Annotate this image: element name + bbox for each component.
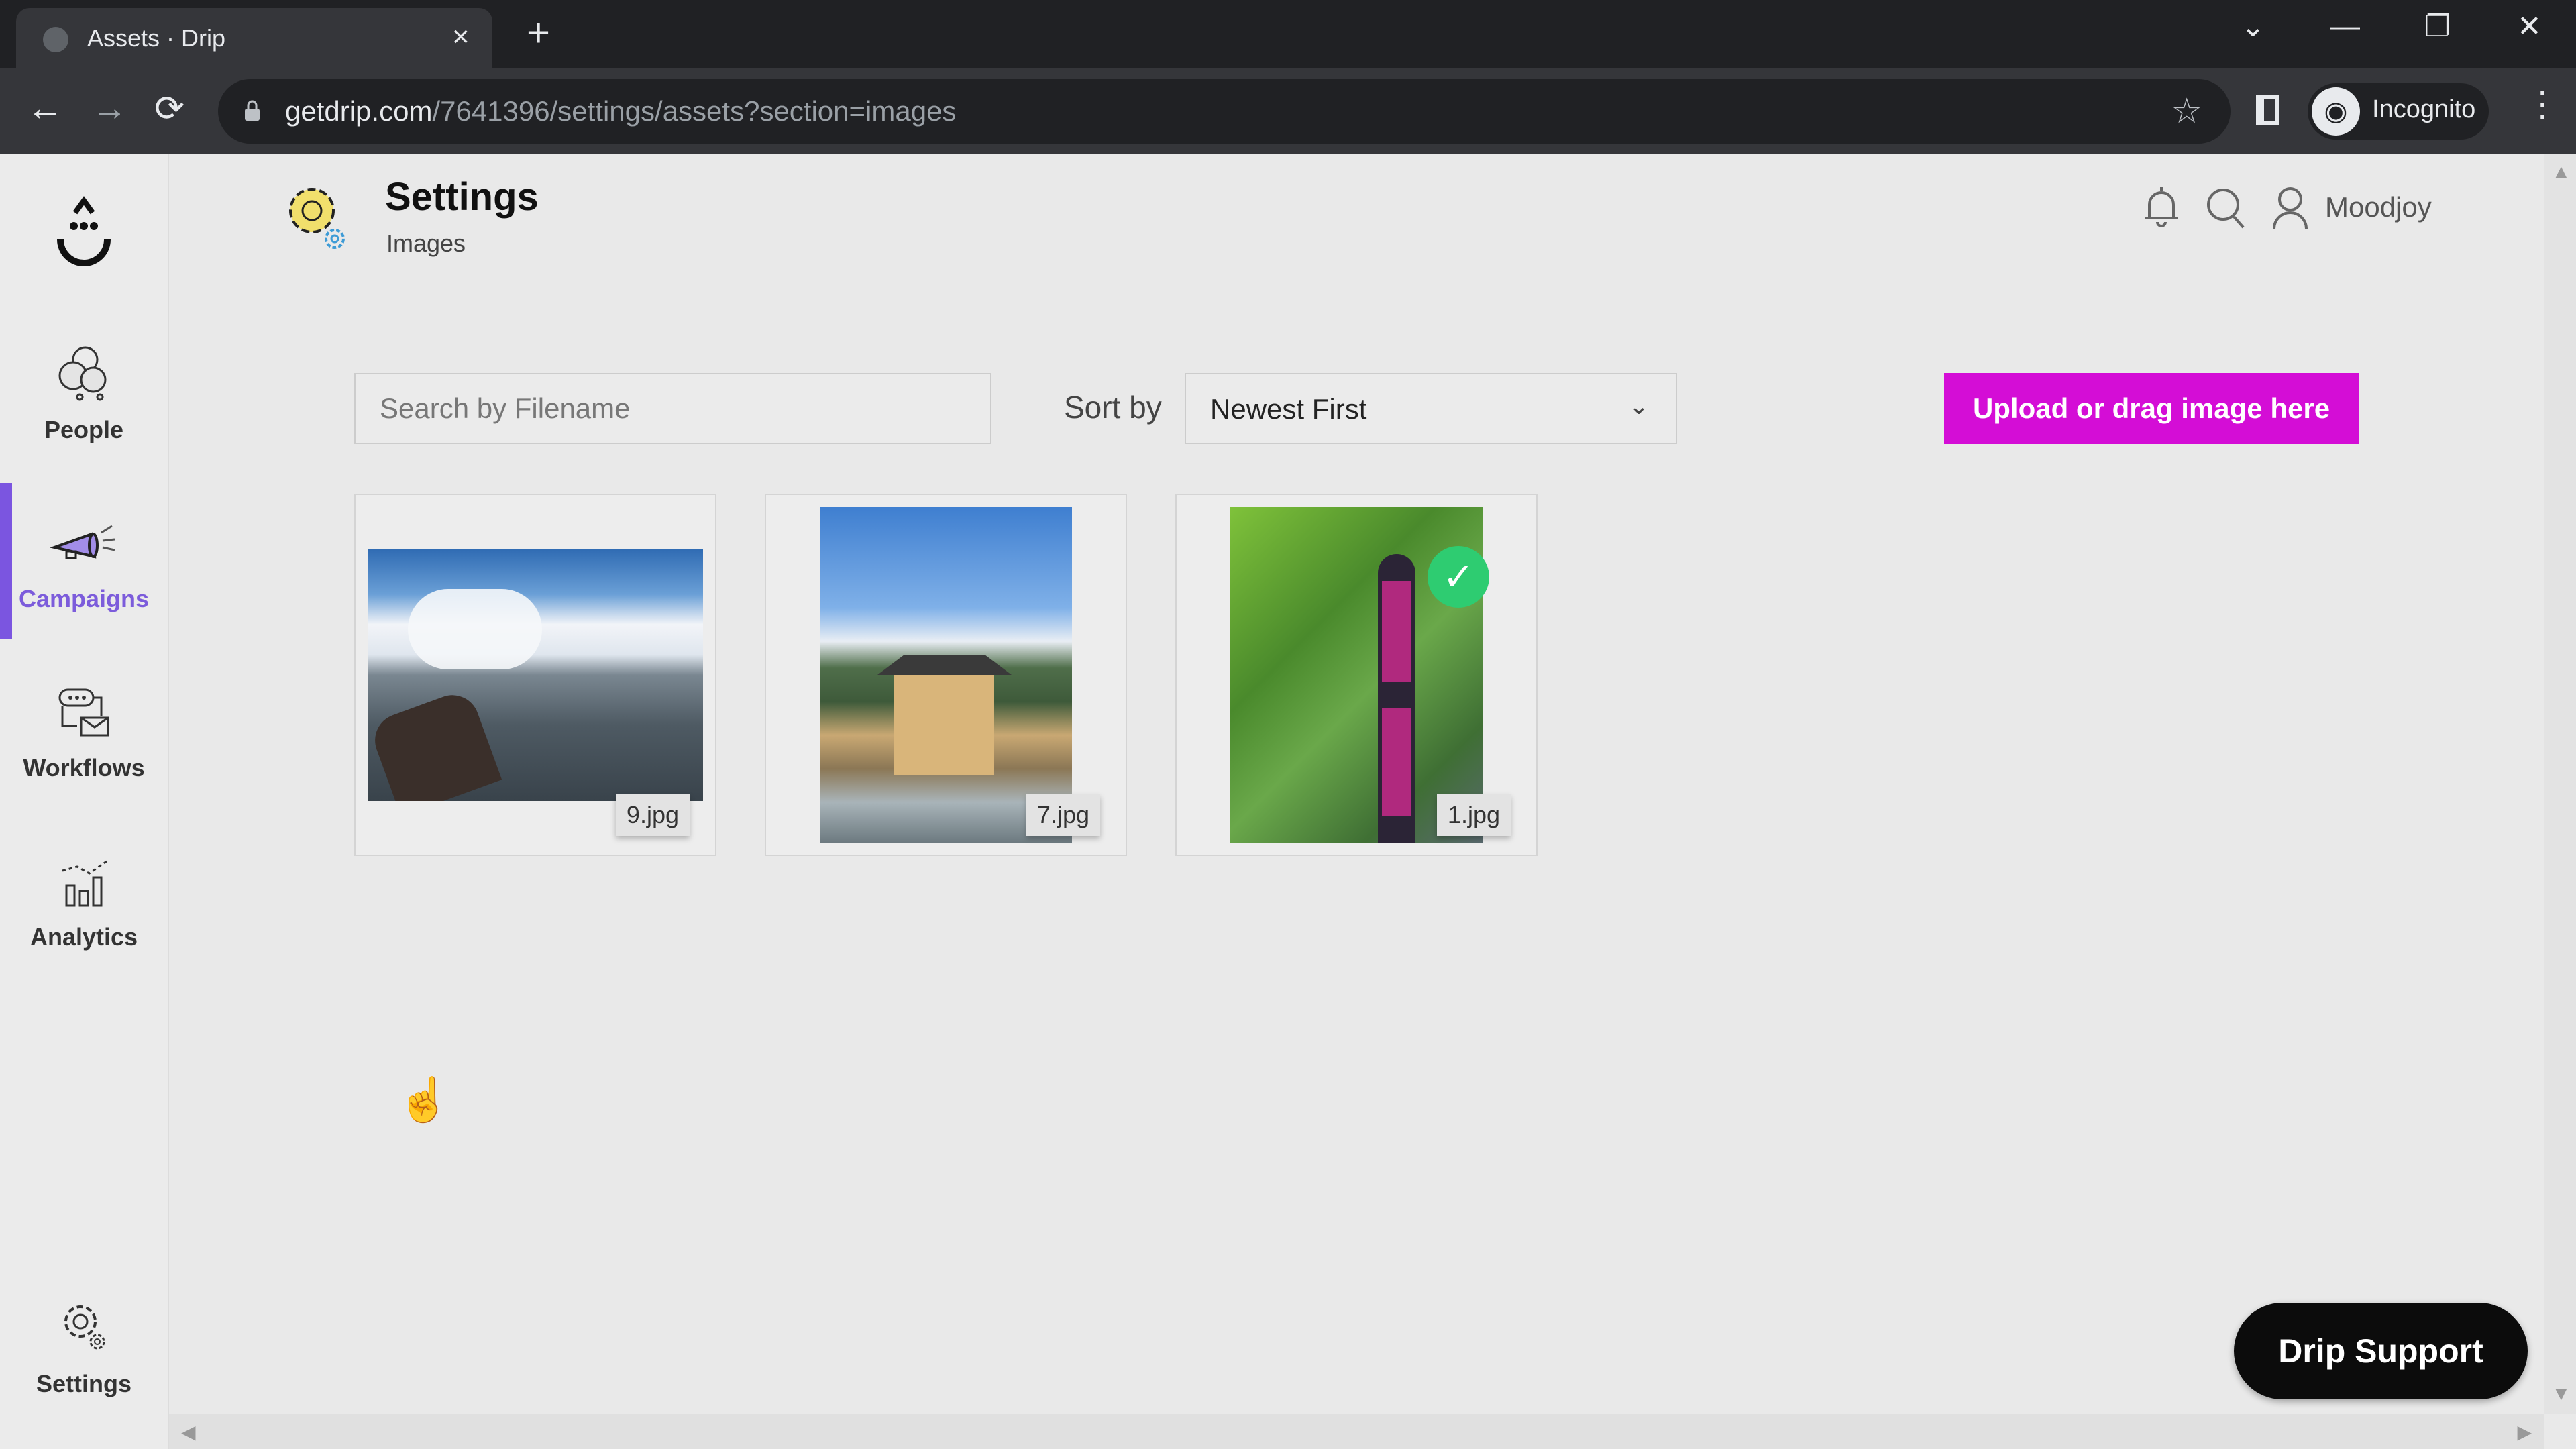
page-subtitle: Images (386, 229, 466, 257)
image-card[interactable]: 9.jpg (354, 494, 716, 856)
sidebar: People Campaigns Workflows Analytics Set… (0, 154, 169, 1449)
bell-icon[interactable] (2143, 184, 2180, 231)
url-text[interactable]: getdrip.com/7641396/settings/assets?sect… (285, 95, 956, 127)
side-panel-icon[interactable] (2256, 95, 2279, 125)
megaphone-icon (50, 525, 115, 559)
sidebar-label: Settings (36, 1370, 131, 1397)
vertical-scrollbar[interactable]: ▲ ▼ (2544, 154, 2576, 1414)
incognito-icon: ◉ (2312, 87, 2360, 136)
tab-search-icon[interactable]: ⌄ (2241, 9, 2265, 44)
image-thumbnail (368, 549, 703, 801)
sidebar-item-people[interactable]: People (0, 341, 168, 475)
browser-tab-bar: Assets · Drip × + ⌄ — ❐ ✕ (0, 0, 2576, 68)
scroll-up-arrow[interactable]: ▲ (2552, 161, 2571, 182)
upload-image-button[interactable]: Upload or drag image here (1944, 373, 2359, 444)
workflow-icon (58, 688, 109, 737)
drip-support-button[interactable]: Drip Support (2234, 1303, 2528, 1399)
horizontal-scrollbar[interactable]: ◀ ▶ (169, 1414, 2544, 1449)
url-host: getdrip.com (285, 95, 433, 127)
incognito-profile-button[interactable]: ◉ Incognito (2308, 83, 2489, 140)
sidebar-label: People (44, 416, 124, 443)
user-icon[interactable] (2270, 184, 2310, 231)
tab-title: Assets · Drip (87, 24, 226, 52)
chevron-down-icon: ⌄ (1628, 392, 1649, 419)
image-card[interactable]: ✓ 1.jpg (1175, 494, 1538, 856)
forward-button[interactable]: → (91, 87, 127, 129)
scroll-left-arrow[interactable]: ◀ (181, 1421, 196, 1443)
image-filename: 1.jpg (1436, 794, 1511, 836)
mouse-cursor: ☝ (397, 1075, 451, 1124)
user-name[interactable]: Moodjoy (2325, 191, 2432, 223)
address-bar[interactable]: getdrip.com/7641396/settings/assets?sect… (218, 79, 2231, 144)
sidebar-label: Campaigns (18, 585, 150, 612)
search-icon[interactable] (2204, 184, 2249, 231)
analytics-icon (62, 860, 107, 907)
settings-gear-icon (64, 1305, 105, 1350)
sidebar-item-workflows[interactable]: Workflows (0, 679, 168, 813)
sidebar-label: Workflows (23, 754, 145, 782)
image-card[interactable]: 7.jpg (765, 494, 1127, 856)
image-filename: 9.jpg (615, 794, 690, 836)
lock-icon (245, 100, 260, 121)
main-content: Settings Images Moodjoy Sort by Newest F… (169, 154, 2544, 1414)
url-path: /7641396/settings/assets?section=images (432, 95, 957, 127)
scroll-right-arrow[interactable]: ▶ (2517, 1421, 2532, 1443)
incognito-label: Incognito (2372, 95, 2476, 123)
close-window-button[interactable]: ✕ (2517, 9, 2542, 44)
image-filename: 7.jpg (1026, 794, 1100, 836)
tab-close-icon[interactable]: × (452, 20, 470, 54)
selected-check-icon: ✓ (1428, 546, 1489, 608)
people-icon (58, 346, 107, 401)
browser-toolbar: ← → ⟳ getdrip.com/7641396/settings/asset… (0, 68, 2576, 154)
globe-icon (43, 27, 68, 52)
active-indicator (0, 483, 12, 639)
sort-select[interactable]: Newest First ⌄ (1185, 373, 1677, 444)
search-filename-input[interactable] (354, 373, 991, 444)
reload-button[interactable]: ⟳ (154, 87, 184, 129)
sidebar-label: Analytics (30, 923, 138, 951)
back-button[interactable]: ← (27, 87, 63, 129)
sort-selected-value: Newest First (1210, 393, 1367, 425)
sidebar-item-settings[interactable]: Settings (0, 1295, 168, 1429)
image-thumbnail (820, 507, 1072, 843)
bookmark-star-icon[interactable]: ☆ (2171, 91, 2202, 131)
settings-header-icon (289, 188, 345, 249)
restore-button[interactable]: ❐ (2424, 9, 2451, 44)
new-tab-button[interactable]: + (527, 9, 550, 56)
browser-menu-icon[interactable]: ⋮ (2525, 85, 2560, 125)
drip-logo[interactable] (54, 191, 114, 272)
sidebar-item-campaigns[interactable]: Campaigns (0, 483, 168, 644)
scroll-down-arrow[interactable]: ▼ (2552, 1383, 2571, 1405)
minimize-button[interactable]: — (2330, 9, 2360, 43)
browser-tab[interactable]: Assets · Drip × (16, 8, 492, 68)
sidebar-item-analytics[interactable]: Analytics (0, 848, 168, 982)
sort-by-label: Sort by (1064, 390, 1162, 425)
page-title: Settings (385, 175, 539, 219)
